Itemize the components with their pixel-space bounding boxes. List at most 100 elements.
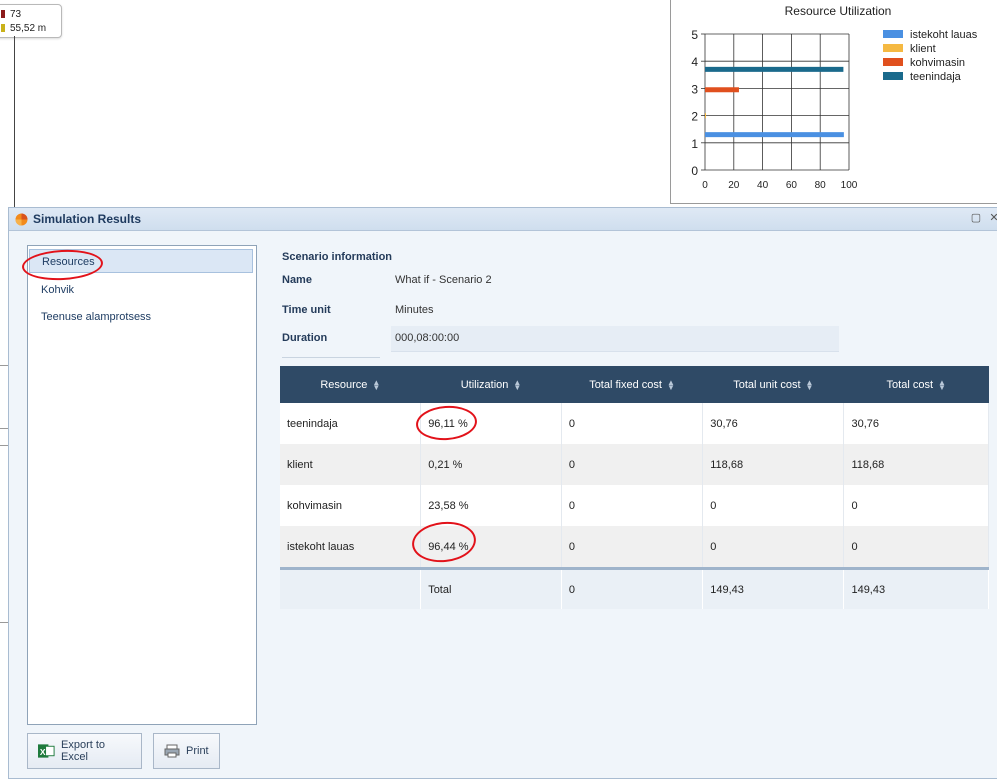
cell-utilization: 96,44 % [420, 526, 562, 569]
column-header-resource[interactable]: Resource ▲ ▼ [280, 366, 421, 403]
scenario-info-title: Scenario information [282, 251, 393, 263]
mini-legend-label: 73 [10, 8, 22, 20]
table-row[interactable]: klient 0,21 % 0 118,68 118,68 [280, 444, 989, 485]
x-tick-label: 100 [841, 180, 858, 191]
sort-icon: ▲ ▼ [372, 377, 381, 392]
cell-resource: klient [280, 444, 422, 485]
cell-total-label: Total [420, 567, 562, 609]
cell-total-cost: 118,68 [843, 444, 989, 485]
cell-total-empty [280, 567, 422, 609]
close-button[interactable]: ✕ [988, 212, 997, 224]
column-header-total-cost[interactable]: Total cost ▲ ▼ [843, 366, 989, 403]
sort-icon: ▲ ▼ [938, 377, 946, 392]
cell-total-cost: 30,76 [843, 403, 989, 444]
chart-title: Resource Utilization [785, 4, 892, 18]
bar-teenindaja [705, 66, 844, 72]
x-tick-label: 0 [702, 180, 708, 191]
table-header-row: Resource ▲ ▼ Utilization ▲ ▼ Total fixed cos… [280, 366, 989, 403]
legend-label: teenindaja [910, 71, 962, 83]
mini-legend: 73 55,52 m [0, 4, 62, 38]
header-label: Total cost [886, 378, 933, 391]
y-tick-label: 5 [691, 28, 698, 42]
cell-resource: istekoht lauas [280, 526, 422, 569]
printer-icon [164, 744, 180, 758]
header-label: Utilization [460, 378, 509, 391]
x-tick-label: 60 [786, 180, 798, 191]
cell-resource: kohvimasin [280, 485, 422, 526]
resource-utilization-chart-panel: Resource Utilization 0 20 40 60 80 100 0 1 2 3 4 5 is… [670, 0, 997, 204]
legend-label: kohvimasin [910, 57, 965, 69]
sort-icon: ▲ ▼ [666, 377, 675, 392]
duration-label: Duration [282, 332, 328, 344]
cell-fixed-cost: 0 [561, 485, 704, 526]
nav-item-kohvik[interactable]: Kohvik [29, 278, 253, 302]
y-tick-label: 1 [691, 137, 698, 151]
time-unit-value: Minutes [395, 304, 434, 316]
cell-unit-cost: 0 [702, 485, 845, 526]
table-row[interactable]: kohvimasin 23,58 % 0 0 0 [280, 485, 989, 526]
cell-utilization: 0,21 % [420, 444, 562, 485]
cell-unit-cost: 118,68 [702, 444, 845, 485]
x-tick-label: 80 [815, 180, 827, 191]
divider [282, 357, 380, 358]
print-label: Print [186, 745, 209, 757]
header-label: Total fixed cost [589, 378, 662, 391]
nav-item-teenuse-alamprotsess[interactable]: Teenuse alamprotsess [29, 305, 253, 329]
duration-value: 000,08:00:00 [395, 332, 460, 344]
cell-unit-cost: 0 [702, 526, 845, 569]
simulation-results-window: Simulation Results ▢ ✕ Resources Kohvik … [8, 207, 997, 779]
cell-unit-cost: 30,76 [702, 403, 845, 444]
window-title: Simulation Results [33, 212, 142, 226]
sort-icon: ▲ ▼ [513, 377, 522, 392]
table-row[interactable]: teenindaja 96,11 % 0 30,76 30,76 [280, 403, 989, 444]
bar-kohvimasin [705, 87, 739, 93]
excel-icon: X [38, 744, 55, 758]
cell-total-fixed-cost: 0 [561, 567, 704, 609]
nav-item-resources[interactable]: Resources [29, 249, 253, 273]
cell-fixed-cost: 0 [561, 403, 704, 444]
resources-table: Resource ▲ ▼ Utilization ▲ ▼ Total fixed cos… [280, 366, 989, 609]
name-value: What if - Scenario 2 [395, 274, 492, 286]
timeline-line [14, 36, 15, 208]
legend-swatch [1, 10, 5, 18]
mini-legend-row: 73 [1, 8, 21, 20]
cell-fixed-cost: 0 [561, 526, 704, 569]
mini-legend-row: 55,52 m [1, 22, 46, 34]
column-header-utilization[interactable]: Utilization ▲ ▼ [420, 366, 562, 403]
column-header-total-fixed-cost[interactable]: Total fixed cost ▲ ▼ [561, 366, 703, 403]
header-label: Total unit cost [733, 378, 801, 391]
header-label: Resource [320, 378, 368, 391]
bar-klient [705, 113, 706, 119]
cell-utilization: 96,11 % [420, 403, 562, 444]
cell-total-cost: 0 [843, 485, 989, 526]
legend-swatch [883, 58, 903, 66]
cell-fixed-cost: 0 [561, 444, 704, 485]
restore-button[interactable]: ▢ [970, 212, 982, 224]
y-tick-label: 4 [691, 55, 698, 69]
y-tick-label: 3 [691, 82, 698, 96]
print-button[interactable]: Print [153, 733, 220, 769]
sort-icon: ▲ ▼ [805, 377, 814, 392]
export-to-excel-button[interactable]: X Export to Excel [27, 733, 142, 769]
legend-swatch [883, 30, 903, 38]
legend-label: klient [910, 43, 936, 55]
cell-total-unit-cost: 149,43 [702, 567, 845, 609]
table-total-row: Total 0 149,43 149,43 [280, 567, 989, 609]
svg-text:X: X [40, 747, 46, 757]
simulation-icon [15, 213, 28, 226]
time-unit-label: Time unit [282, 304, 331, 316]
results-nav-list: Resources Kohvik Teenuse alamprotsess [27, 245, 257, 725]
mini-legend-label: 55,52 m [10, 22, 47, 34]
y-tick-label: 0 [691, 164, 698, 178]
window-titlebar[interactable]: Simulation Results ▢ ✕ [9, 208, 997, 231]
column-header-total-unit-cost[interactable]: Total unit cost ▲ ▼ [702, 366, 844, 403]
cell-resource: teenindaja [280, 403, 422, 444]
x-tick-label: 40 [757, 180, 769, 191]
legend-label: istekoht lauas [910, 29, 978, 41]
table-row[interactable]: istekoht lauas 96,44 % 0 0 0 [280, 526, 989, 569]
cell-total-cost: 149,43 [843, 567, 989, 609]
name-label: Name [282, 274, 312, 286]
legend-swatch [883, 72, 903, 80]
resource-utilization-chart: Resource Utilization 0 20 40 60 80 100 0 1 2 3 4 5 is… [691, 4, 978, 191]
legend-swatch [1, 24, 5, 32]
